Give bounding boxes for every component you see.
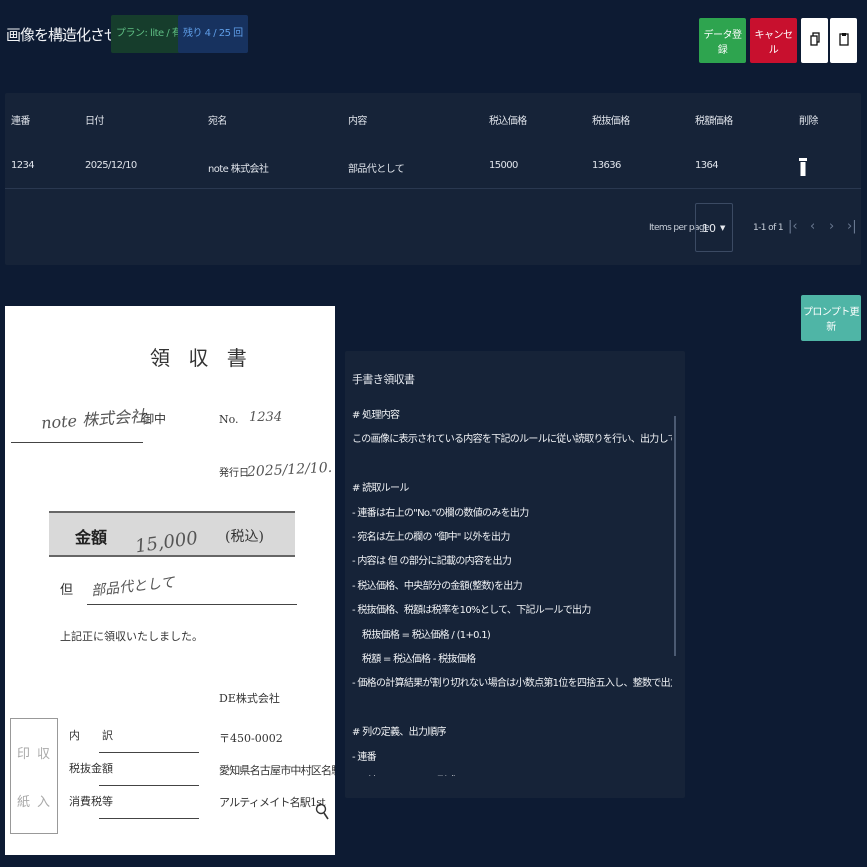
excl-amount-line (99, 785, 199, 786)
column-header: 削除 (799, 116, 818, 127)
trash-icon[interactable] (799, 157, 807, 177)
prompt-title: 手書き領収書 (352, 373, 415, 386)
prompt-panel: 手書き領収書 # 処理内容 この画像に表示されている内容を下記のルールに従い読取… (345, 351, 685, 798)
receipt-tadashi: 但 (60, 583, 74, 598)
column-header[interactable]: 日付 (85, 112, 104, 127)
update-prompt-button[interactable]: プロンプト更新 (801, 295, 861, 341)
addressee-underline (11, 442, 143, 443)
issuer-company: DE株式会社 (219, 692, 280, 705)
clipboard-icon (838, 32, 849, 46)
revenue-stamp-box: 印 収 紙 入 (10, 718, 58, 834)
last-page-icon[interactable]: ›| (847, 219, 857, 234)
page-range: 1-1 of 1 (753, 223, 784, 233)
cancel-button[interactable]: キャンセル (750, 18, 797, 63)
cell-price-incl[interactable]: 15000 (489, 160, 518, 171)
paginator: Items per page: 10 ▼ 1-1 of 1 |‹ ‹ › ›| (5, 203, 861, 253)
receipt-addressee: note 株式会社 (40, 406, 147, 433)
cell-tax[interactable]: 1364 (695, 160, 719, 171)
tax-amount-line (99, 818, 199, 819)
column-header[interactable]: 税額価格 (695, 112, 733, 127)
cell-date[interactable]: 2025/12/10 (85, 160, 137, 171)
receipt-amount-label: 金額 (75, 528, 108, 547)
receipt-no-value: 1234 (249, 410, 283, 425)
table-row: 1234 2025/12/10 note 株式会社 部品代として 15000 1… (5, 143, 861, 189)
register-data-button[interactable]: データ登録 (699, 18, 746, 63)
issuer-address: 愛知県名古屋市中村区名駅3-4-10 (219, 764, 335, 777)
cell-price-excl[interactable]: 13636 (592, 160, 621, 171)
receipt-purpose: 部品代として (90, 574, 176, 600)
column-header[interactable]: 内容 (348, 112, 367, 127)
next-page-icon[interactable]: › (829, 219, 834, 234)
receipt-no-label: No. (219, 413, 239, 426)
stamp-char: 紙 (17, 795, 31, 810)
cell-content[interactable]: 部品代として (348, 160, 405, 175)
column-header[interactable]: 税抜価格 (592, 112, 630, 127)
column-header[interactable]: 税込価格 (489, 112, 527, 127)
items-per-page-select[interactable]: 10 ▼ (695, 203, 733, 252)
receipt-date-label: 発行日 (219, 468, 249, 479)
receipt-onchu: 御中 (142, 412, 167, 426)
receipt-confirm-text: 上記正に領収いたしました。 (60, 630, 203, 643)
result-table: 連番 日付 宛名 内容 税込価格 税抜価格 税額価格 削除 1234 2025/… (5, 93, 861, 265)
tax-amount-label: 消費税等 (69, 795, 113, 808)
top-bar: 画像を構造化させて登録 プラン: lite / 有効 残り 4 / 25 回 デ… (0, 0, 867, 70)
receipt-tax-included: (税込) (225, 529, 264, 545)
receipt-title: 領 収 書 (150, 346, 253, 370)
column-header[interactable]: 宛名 (208, 112, 227, 127)
stamp-char: 収 (37, 747, 51, 762)
receipt-image: 領 収 書 note 株式会社 御中 No. 1234 発行日 2025/12/… (5, 306, 335, 855)
excl-amount-label: 税抜金額 (69, 762, 113, 775)
purpose-underline (87, 604, 297, 605)
prompt-scrollbar[interactable] (674, 416, 676, 656)
column-header[interactable]: 連番 (11, 112, 30, 127)
cell-serial[interactable]: 1234 (11, 160, 35, 171)
breakdown-label: 内 訳 (69, 729, 113, 742)
breakdown-line (99, 752, 199, 753)
cell-addressee[interactable]: note 株式会社 (208, 160, 269, 175)
stamp-char: 入 (37, 795, 51, 810)
prompt-textarea[interactable]: # 処理内容 この画像に表示されている内容を下記のルールに従い読取りを行い、出力… (352, 404, 672, 776)
copy-button[interactable] (801, 18, 828, 63)
dropdown-arrow-icon: ▼ (720, 224, 726, 232)
receipt-date-value: 2025/12/10. (246, 459, 333, 481)
paste-button[interactable] (830, 18, 857, 63)
issuer-postal-code: 〒450-0002 (219, 732, 283, 745)
remaining-count-badge: 残り 4 / 25 回 (178, 15, 248, 53)
stamp-char: 印 (17, 747, 31, 762)
items-per-page-value: 10 (702, 222, 716, 235)
search-icon[interactable] (315, 803, 329, 821)
copy-icon (809, 31, 820, 46)
table-header: 連番 日付 宛名 内容 税込価格 税抜価格 税額価格 削除 (5, 93, 861, 143)
first-page-icon[interactable]: |‹ (788, 219, 798, 234)
previous-page-icon[interactable]: ‹ (810, 219, 815, 234)
